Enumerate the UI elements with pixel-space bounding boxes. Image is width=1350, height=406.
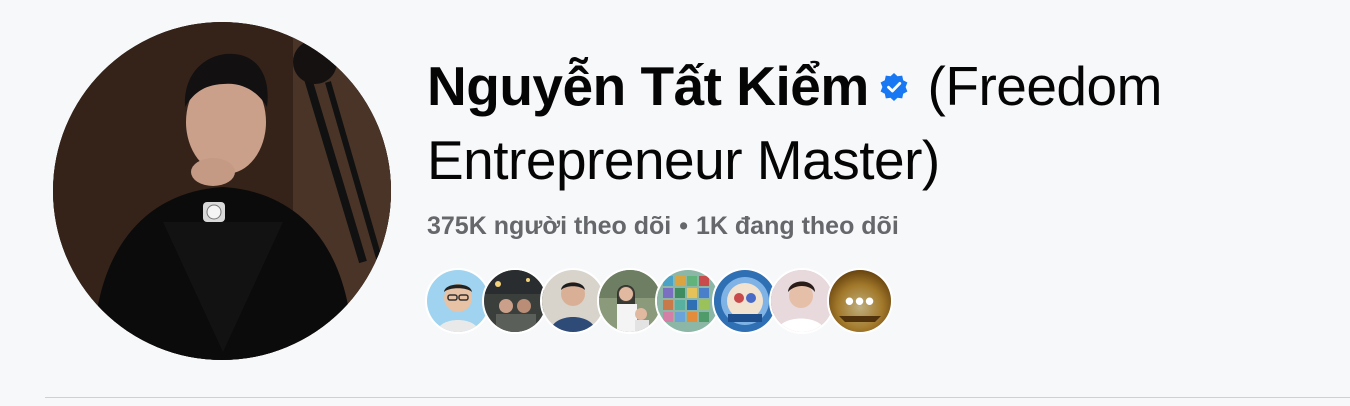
following-link[interactable]: 1K đang theo dõi (696, 212, 899, 240)
friend-avatar-more[interactable]: ••• (827, 268, 893, 334)
profile-picture[interactable] (53, 22, 391, 360)
profile-info: Nguyễn Tất Kiểm (Freedom Entrepreneur Ma… (427, 46, 1307, 242)
friend-avatar[interactable] (597, 268, 663, 334)
followers-link[interactable]: 375K người theo dõi (427, 212, 671, 240)
follow-stats: 375K người theo dõi • 1K đang theo dõi (427, 210, 1307, 242)
profile-name: Nguyễn Tất Kiểm (427, 55, 869, 117)
profile-header: Nguyễn Tất Kiểm (Freedom Entrepreneur Ma… (0, 0, 1350, 406)
more-horizontal-icon: ••• (829, 270, 891, 332)
friend-avatar[interactable] (482, 268, 548, 334)
profile-name-block: Nguyễn Tất Kiểm (Freedom Entrepreneur Ma… (427, 46, 1307, 197)
stats-separator: • (679, 212, 688, 240)
header-divider (45, 397, 1350, 398)
friend-avatar[interactable] (769, 268, 835, 334)
verified-badge-icon[interactable] (879, 46, 909, 101)
